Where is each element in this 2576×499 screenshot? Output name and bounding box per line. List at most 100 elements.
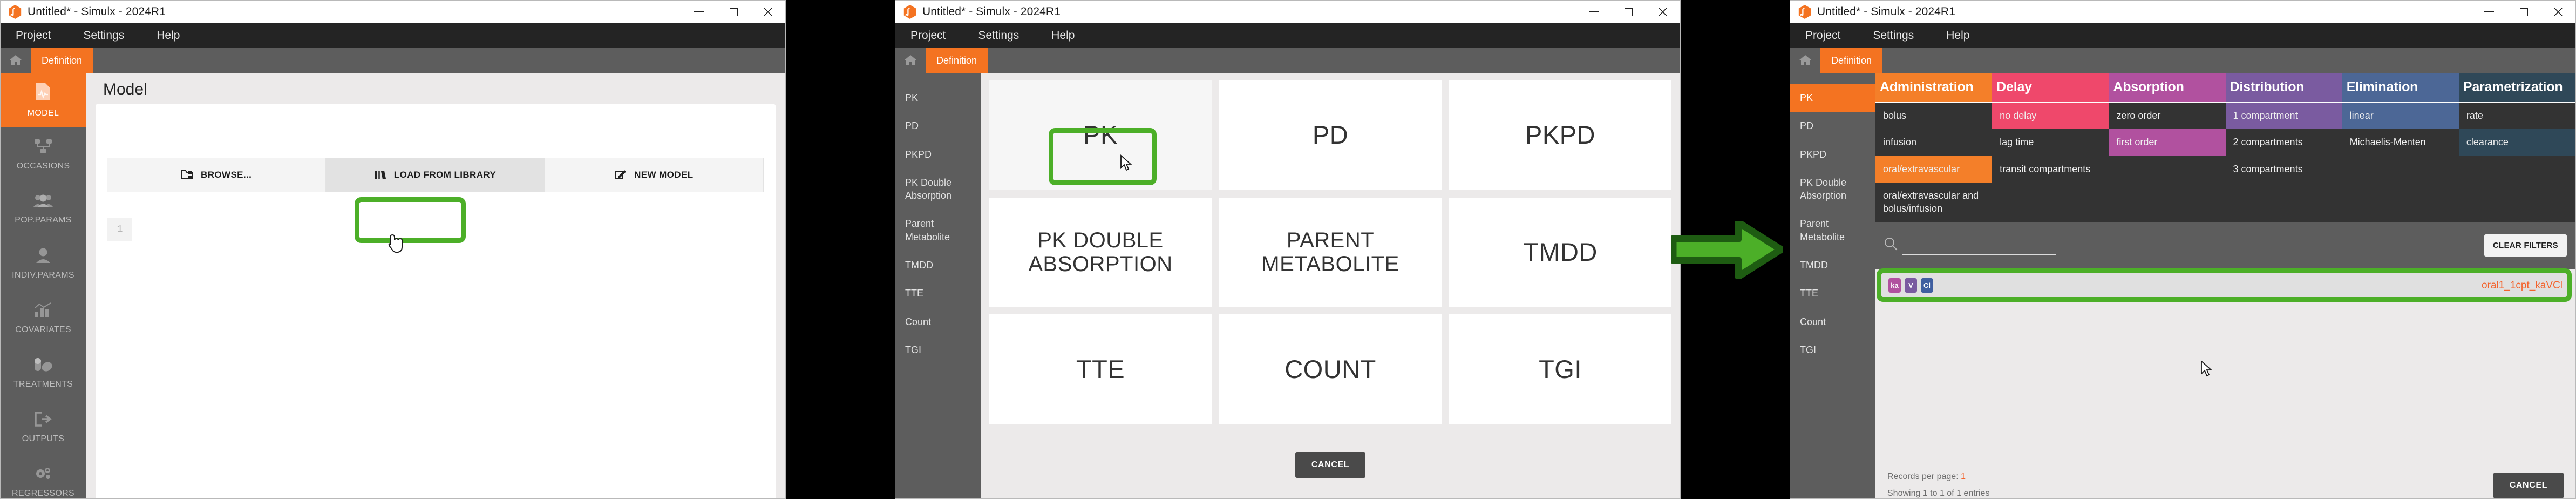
editor-line-number: 1 [107,218,132,241]
filter-option-linear[interactable]: linear [2342,103,2459,130]
filter-option-oral-extravascular[interactable]: oral/extravascular [1875,156,1993,183]
close-icon[interactable] [1646,1,1680,23]
search-results: ka V Cl oral1_1cpt_kaVCl [1875,268,2575,448]
sidebar-item-pkpd[interactable]: PKPD [1790,140,1875,168]
sidebar-item-pk[interactable]: PK [1790,84,1875,112]
tab-definition[interactable]: Definition [926,48,988,73]
sidebar-item-tgi[interactable]: TGI [895,336,981,364]
new-model-button[interactable]: NEW MODEL [545,158,764,192]
window-model-definition: ʆ Untitled* - Simulx - 2024R1 Project Se… [0,0,786,499]
home-icon[interactable] [1790,48,1820,73]
filter-option-michaelis-menten[interactable]: Michaelis-Menten [2342,129,2459,156]
filter-option-2-compartments[interactable]: 2 compartments [2226,129,2342,156]
occasions-nodes-icon [34,139,52,157]
sidebar-item-model[interactable]: MODEL [1,73,86,127]
regressors-gears-icon [34,466,52,484]
sidebar-item-indiv-params[interactable]: INDIV.PARAMS [1,237,86,291]
filter-option-rate[interactable]: rate [2459,103,2575,129]
sidebar-item-pkpd[interactable]: PKPD [895,140,981,168]
sidebar-item-outputs[interactable]: OUTPUTS [1,400,86,455]
sidebar-item-regressors[interactable]: REGRESSORS [1,455,86,498]
sidebar-item-tte[interactable]: TTE [1790,279,1875,307]
filter-option-first-order[interactable]: first order [2109,129,2226,156]
minimize-icon[interactable] [2472,1,2506,23]
close-icon[interactable] [751,1,785,23]
menubar: Project Settings Help [1,23,785,48]
home-icon[interactable] [1,48,31,73]
minimize-icon[interactable] [682,1,716,23]
menu-project[interactable]: Project [910,29,946,42]
filter-option-oral-extravascular-and-bolus-infusion[interactable]: oral/extravascular and bolus/infusion [1875,183,1992,222]
sidebar-item-pd[interactable]: PD [895,112,981,140]
treatments-pills-icon [33,357,53,375]
menu-help[interactable]: Help [157,29,180,42]
menu-settings[interactable]: Settings [1873,29,1914,42]
sidebar-item-pk[interactable]: PK [895,84,981,112]
maximize-icon[interactable] [716,1,751,23]
tabstrip: Definition [895,48,1680,73]
model-card-tmdd[interactable]: TMDD [1449,197,1671,307]
records-per-page-value[interactable]: 1 [1961,472,1966,481]
records-per-page-label: Records per page: [1887,472,1959,482]
menu-project[interactable]: Project [16,29,51,42]
model-card-pkpd[interactable]: PKPD [1449,80,1671,190]
home-icon[interactable] [895,48,926,73]
filter-option-clearance[interactable]: clearance [2458,129,2575,156]
cancel-button[interactable]: CANCEL [1295,451,1366,478]
panel1-content: Model BROWSE... LOAD FROM LIBRARY NEW MO… [86,73,785,498]
menu-settings[interactable]: Settings [83,29,124,42]
clear-filters-button[interactable]: CLEAR FILTERS [2484,234,2567,257]
model-card-count[interactable]: COUNT [1219,314,1442,424]
sidebar-item-tgi[interactable]: TGI [1790,336,1875,364]
load-from-library-button[interactable]: LOAD FROM LIBRARY [326,158,545,192]
model-card-pd[interactable]: PD [1219,80,1442,190]
tab-definition[interactable]: Definition [1820,48,1883,73]
sidebar-item-tmdd[interactable]: TMDD [1790,251,1875,279]
filter-option-zero-order[interactable]: zero order [2109,103,2225,129]
sidebar-item-treatments[interactable]: TREATMENTS [1,346,86,400]
filter-option-lag-time[interactable]: lag time [1992,129,2109,156]
menu-settings[interactable]: Settings [978,29,1019,42]
maximize-icon[interactable] [1611,1,1646,23]
cancel-button[interactable]: CANCEL [2493,472,2564,498]
filter-option-infusion[interactable]: infusion [1875,129,1992,156]
sidebar-item-count[interactable]: Count [1790,308,1875,336]
sidebar-item-tmdd[interactable]: TMDD [895,251,981,279]
minimize-icon[interactable] [1576,1,1611,23]
menu-project[interactable]: Project [1805,29,1840,42]
sidebar-item-pk-double-absorption[interactable]: PK Double Absorption [1790,168,1875,210]
sidebar-item-tte[interactable]: TTE [895,279,981,307]
model-card-tte[interactable]: TTE [989,314,1212,424]
model-card-tgi[interactable]: TGI [1449,314,1671,424]
screenshot-stage: ʆ Untitled* - Simulx - 2024R1 Project Se… [0,0,2576,499]
records-info: Records per page: 1 Showing 1 to 1 of 1 … [1887,469,1990,498]
filter-option-3-compartments[interactable]: 3 compartments [2226,156,2342,183]
filter-option-1-compartment[interactable]: 1 compartment [2225,103,2342,130]
sidebar-item-covariates[interactable]: COVARIATES [1,291,86,346]
filter-option-bolus[interactable]: bolus [1875,103,1992,129]
menu-help[interactable]: Help [1946,29,1969,42]
window-controls [1576,1,1680,23]
filter-option-transit-compartments[interactable]: transit compartments [1992,156,2109,183]
tab-definition[interactable]: Definition [31,48,93,73]
filter-option-no-delay[interactable]: no delay [1992,103,2109,130]
sidebar-item-count[interactable]: Count [895,308,981,336]
filter-options: bolus infusion oral/extravascular oral/e… [1875,102,2575,222]
sidebar-item-label: POP.PARAMS [15,215,72,225]
sidebar-item-parent-metabolite[interactable]: Parent Metabolite [1790,210,1875,251]
sidebar-item-pk-double-absorption[interactable]: PK Double Absorption [895,168,981,210]
sidebar-item-pop-params[interactable]: POP.PARAMS [1,182,86,237]
sidebar-item-occasions[interactable]: OCCASIONS [1,127,86,182]
showing-entries-text: Showing 1 to 1 of 1 entries [1887,488,1990,498]
menu-help[interactable]: Help [1051,29,1075,42]
model-card-parent-metabolite[interactable]: PARENT METABOLITE [1219,197,1442,307]
sidebar-item-parent-metabolite[interactable]: Parent Metabolite [895,210,981,251]
model-card-pk-double-absorption[interactable]: PK DOUBLE ABSORPTION [989,197,1212,307]
search-input[interactable] [1902,237,2056,255]
sidebar-item-pd[interactable]: PD [1790,112,1875,140]
filter-column-elimination: linear Michaelis-Menten [2342,103,2459,222]
maximize-icon[interactable] [2506,1,2541,23]
browse-button[interactable]: BROWSE... [107,158,327,192]
close-icon[interactable] [2541,1,2575,23]
model-file-icon [35,83,51,104]
